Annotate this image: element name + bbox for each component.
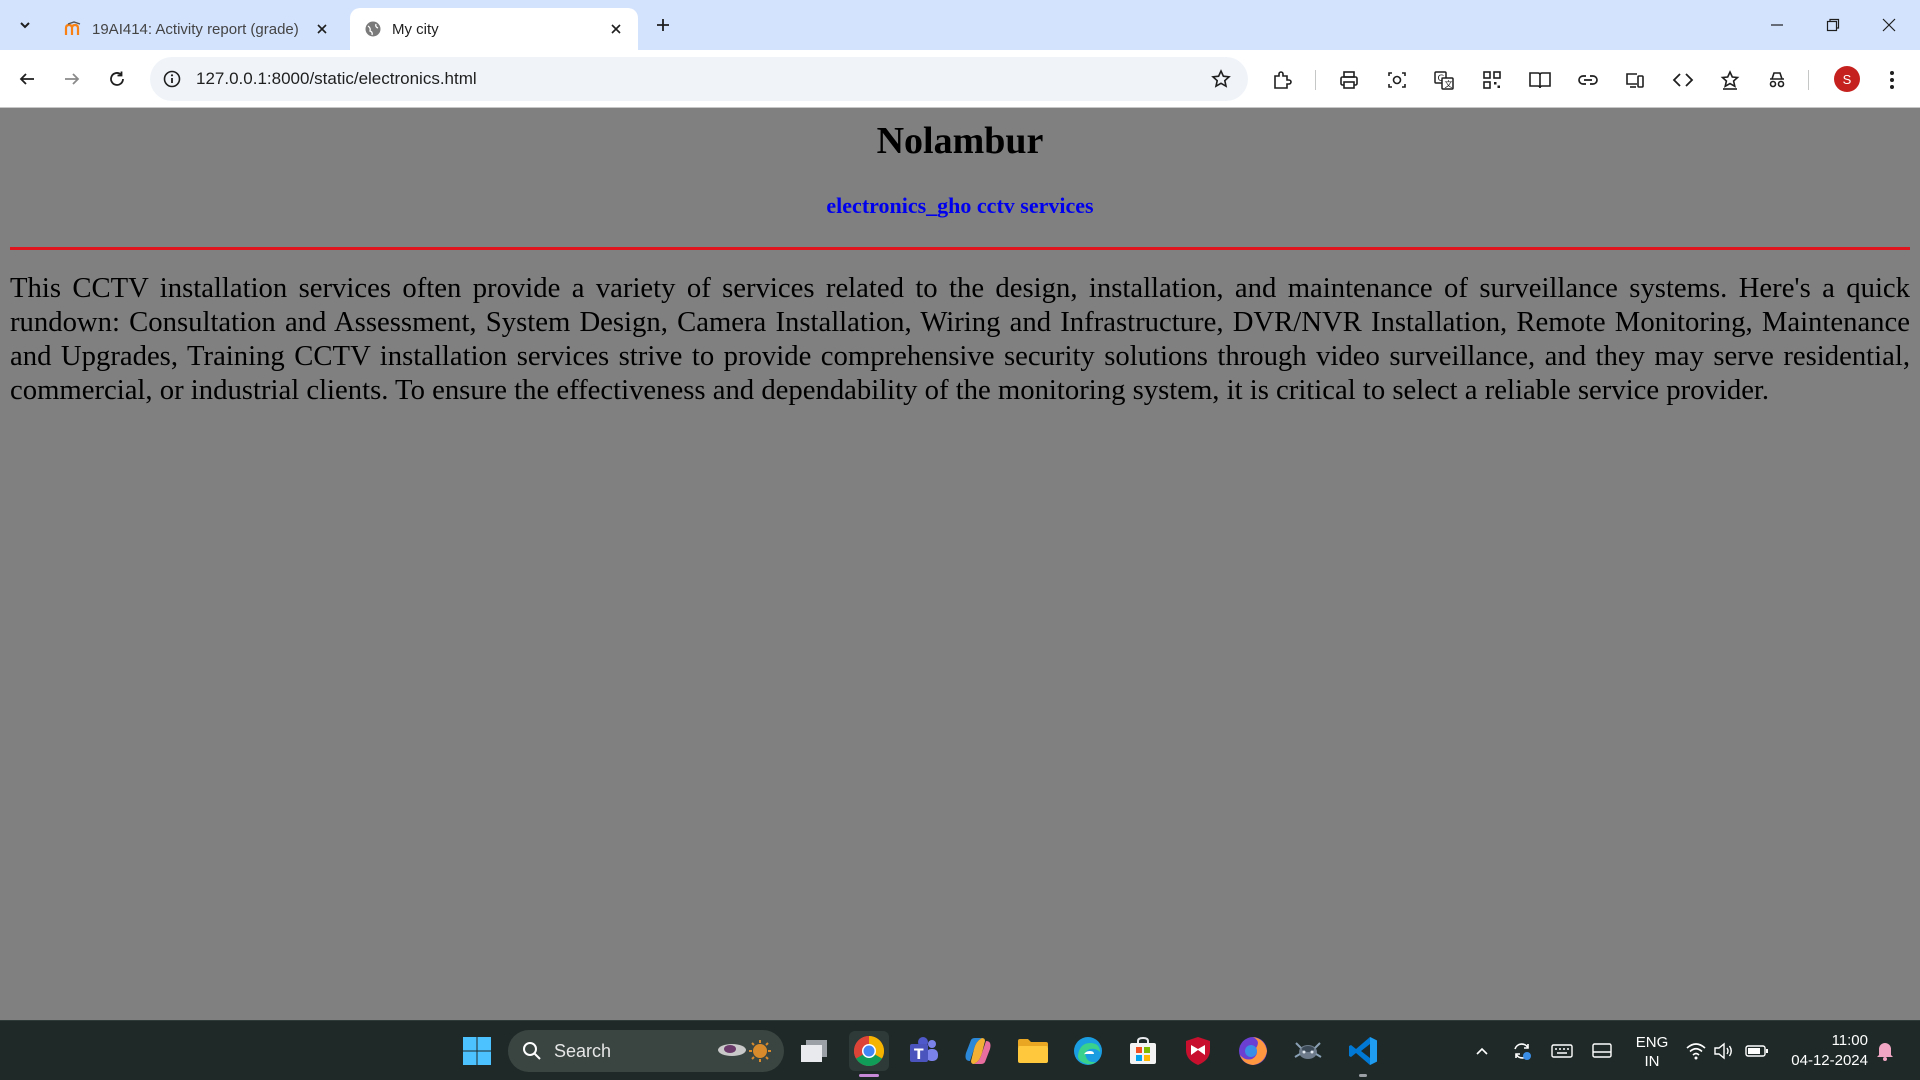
svg-text:文: 文 xyxy=(1445,79,1453,89)
vscode-taskbar-button[interactable] xyxy=(1343,1031,1383,1077)
firefox-icon xyxy=(1239,1037,1267,1065)
page-subheading: electronics_gho cctv services xyxy=(826,193,1094,218)
close-window-button[interactable] xyxy=(1866,8,1912,42)
more-menu-icon[interactable] xyxy=(1879,67,1905,93)
chevron-up-icon xyxy=(1476,1047,1488,1055)
extensions-icon[interactable] xyxy=(1269,67,1295,93)
device-cast-icon[interactable] xyxy=(1622,67,1648,93)
folder-icon xyxy=(1018,1039,1048,1063)
show-hidden-icons-button[interactable] xyxy=(1470,1039,1494,1063)
url-text[interactable]: 127.0.0.1:8000/static/electronics.html xyxy=(196,69,477,89)
store-taskbar-button[interactable] xyxy=(1123,1031,1163,1071)
clock[interactable]: 11:00 04-12-2024 xyxy=(1780,1031,1868,1071)
task-view-icon xyxy=(801,1040,827,1062)
wifi-icon[interactable] xyxy=(1684,1039,1708,1063)
windows-taskbar: Search T ENG IN 11:00 04-12-2024 xyxy=(0,1020,1920,1080)
reload-button[interactable] xyxy=(99,61,135,97)
site-info-icon[interactable] xyxy=(162,69,182,89)
screenshot-icon[interactable] xyxy=(1384,67,1410,93)
tab-strip: 19AI414: Activity report (grade) My city xyxy=(0,0,1920,50)
bookmarks-icon[interactable] xyxy=(1717,67,1743,93)
description-paragraph: This CCTV installation services often pr… xyxy=(10,272,1910,406)
tab-activity-report[interactable]: 19AI414: Activity report (grade) xyxy=(50,8,344,50)
reading-mode-icon[interactable] xyxy=(1527,67,1553,93)
print-icon[interactable] xyxy=(1336,67,1362,93)
windows-logo-icon xyxy=(463,1037,491,1065)
plus-icon xyxy=(657,19,669,31)
minimize-icon xyxy=(1771,24,1783,26)
reload-icon xyxy=(110,71,124,86)
keyboard-tray-icon[interactable] xyxy=(1550,1039,1574,1063)
display-tray-icon[interactable] xyxy=(1590,1039,1614,1063)
language-indicator[interactable]: ENG IN xyxy=(1630,1033,1674,1071)
edge-icon xyxy=(1074,1037,1102,1065)
tab-search-button[interactable] xyxy=(8,8,42,42)
qr-code-icon[interactable] xyxy=(1479,67,1505,93)
microsoft-store-icon xyxy=(1130,1036,1156,1064)
firefox-taskbar-button[interactable] xyxy=(1233,1031,1273,1071)
copilot-icon xyxy=(965,1038,991,1064)
back-button[interactable] xyxy=(9,61,45,97)
chevron-down-icon xyxy=(20,22,30,29)
language-code: ENG xyxy=(1635,1034,1669,1051)
page-heading: Nolambur xyxy=(876,120,1044,162)
moodle-icon xyxy=(64,20,82,38)
forward-button[interactable] xyxy=(54,61,90,97)
copy-link-icon[interactable] xyxy=(1575,67,1601,93)
app-taskbar-button[interactable] xyxy=(1288,1031,1328,1071)
tab-my-city[interactable]: My city xyxy=(350,8,638,50)
minimize-button[interactable] xyxy=(1754,8,1800,42)
clock-time: 11:00 xyxy=(1831,1032,1868,1049)
tab-title: 19AI414: Activity report (grade) xyxy=(92,20,299,38)
file-explorer-taskbar-button[interactable] xyxy=(1013,1031,1053,1071)
restore-icon xyxy=(1826,18,1840,32)
toolbar-divider xyxy=(1315,70,1316,90)
battery-icon[interactable] xyxy=(1745,1039,1769,1063)
restore-button[interactable] xyxy=(1810,8,1856,42)
tab-title: My city xyxy=(392,20,439,38)
search-highlight-icon xyxy=(718,1040,771,1062)
region-code: IN xyxy=(1644,1053,1660,1070)
browser-toolbar: 127.0.0.1:8000/static/electronics.html G… xyxy=(0,50,1920,108)
active-indicator xyxy=(859,1074,879,1077)
page-content: Nolambur electronics_gho cctv services T… xyxy=(0,109,1920,1020)
close-tab-icon[interactable] xyxy=(312,19,332,39)
taskbar-search[interactable]: Search xyxy=(508,1030,784,1072)
close-tab-icon[interactable] xyxy=(606,19,626,39)
bookmark-star-icon[interactable] xyxy=(1210,68,1232,90)
close-icon xyxy=(1882,18,1896,32)
arrow-right-icon xyxy=(65,73,80,85)
start-button[interactable] xyxy=(457,1031,497,1071)
incognito-icon[interactable] xyxy=(1764,67,1790,93)
toolbar-divider xyxy=(1808,70,1809,90)
vscode-icon xyxy=(1349,1037,1377,1065)
svg-text:T: T xyxy=(914,1047,924,1063)
copilot-taskbar-button[interactable] xyxy=(958,1031,998,1071)
globe-icon xyxy=(364,20,382,38)
search-icon xyxy=(523,1042,541,1060)
teams-icon: T xyxy=(910,1037,938,1063)
mcafee-taskbar-button[interactable] xyxy=(1178,1031,1218,1071)
clock-date: 04-12-2024 xyxy=(1791,1052,1868,1069)
chrome-icon xyxy=(853,1036,885,1067)
volume-icon[interactable] xyxy=(1712,1039,1736,1063)
search-label: Search xyxy=(554,1041,612,1061)
sync-tray-icon[interactable] xyxy=(1510,1039,1534,1063)
notification-bell-icon[interactable] xyxy=(1873,1039,1897,1063)
horizontal-rule xyxy=(10,247,1910,250)
code-icon[interactable] xyxy=(1670,67,1696,93)
bug-app-icon xyxy=(1294,1042,1322,1059)
translate-icon[interactable]: G文 xyxy=(1431,67,1457,93)
address-bar[interactable]: 127.0.0.1:8000/static/electronics.html xyxy=(150,57,1248,101)
mcafee-shield-icon xyxy=(1186,1037,1210,1065)
chrome-taskbar-button[interactable] xyxy=(849,1031,889,1077)
task-view-button[interactable] xyxy=(794,1031,834,1071)
teams-taskbar-button[interactable]: T xyxy=(904,1031,944,1071)
running-indicator xyxy=(1359,1074,1367,1077)
edge-taskbar-button[interactable] xyxy=(1068,1031,1108,1071)
profile-avatar[interactable]: S xyxy=(1834,66,1860,92)
new-tab-button[interactable] xyxy=(650,12,676,38)
arrow-left-icon xyxy=(19,73,34,85)
